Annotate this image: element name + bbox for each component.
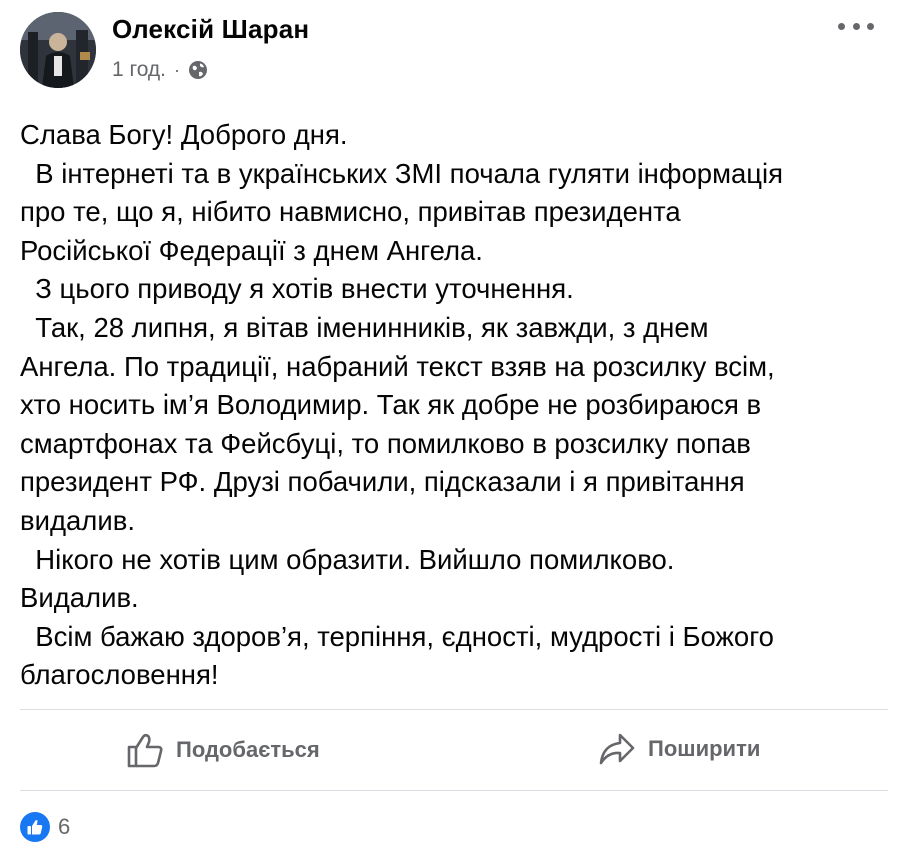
share-label: Поширити — [648, 736, 761, 761]
globe-icon[interactable] — [188, 60, 208, 80]
post-line: Так, 28 липня, я вітав іменинників, як з… — [20, 311, 709, 343]
like-button[interactable]: Подобається — [126, 732, 320, 768]
post-line: благословення! — [20, 659, 219, 691]
post-line: смартфонах та Фейсбуці, то помилково в р… — [20, 427, 751, 459]
divider — [20, 790, 888, 791]
like-label: Подобається — [176, 737, 320, 762]
post-line: Видалив. — [20, 582, 139, 614]
reactions-summary[interactable]: 6 — [20, 812, 70, 842]
post-line: президент РФ. Друзі побачили, підсказали… — [20, 466, 745, 498]
post-time[interactable]: 1 год. — [112, 58, 166, 82]
post-meta: 1 год. · — [112, 58, 208, 82]
post-line: Нікого не хотів цим образити. Вийшло пом… — [20, 543, 675, 575]
more-dot — [867, 22, 874, 30]
post-line: Ангела. По традиції, набраний текст взяв… — [20, 350, 775, 382]
meta-separator: · — [174, 59, 181, 80]
share-arrow-icon — [599, 733, 635, 765]
action-bar: Подобається Поширити — [0, 712, 908, 790]
thumbs-up-icon — [127, 733, 163, 768]
post-text: Слава Богу! Доброго дня. В інтернеті та … — [20, 116, 890, 695]
post-header: Олексій Шаран 1 год. · — [0, 0, 908, 100]
more-options-icon[interactable] — [838, 18, 874, 34]
post-line: хто носить ім’я Володимир. Так як добре … — [20, 389, 762, 421]
post-line: про те, що я, нібито навмисно, привітав … — [20, 196, 681, 228]
thumbs-up-reaction-icon — [20, 812, 50, 842]
post-line: видалив. — [20, 504, 135, 536]
share-button[interactable]: Поширити — [598, 732, 760, 766]
post-line: Слава Богу! Доброго дня. — [20, 119, 348, 150]
divider — [20, 709, 888, 710]
post-line: В інтернеті та в українських ЗМІ почала … — [20, 157, 784, 189]
avatar[interactable] — [20, 12, 96, 88]
more-dot — [852, 22, 860, 30]
reaction-count: 6 — [58, 814, 71, 839]
post-line: Російської Федерації з днем Ангела. — [20, 234, 483, 266]
more-dot — [838, 22, 845, 30]
avatar-photo — [20, 12, 96, 88]
author-name[interactable]: Олексій Шаран — [112, 14, 309, 45]
post-line: З цього приводу я хотів внести уточнення… — [20, 273, 574, 305]
post-line: Всім бажаю здоров’я, терпіння, єдності, … — [20, 620, 774, 652]
